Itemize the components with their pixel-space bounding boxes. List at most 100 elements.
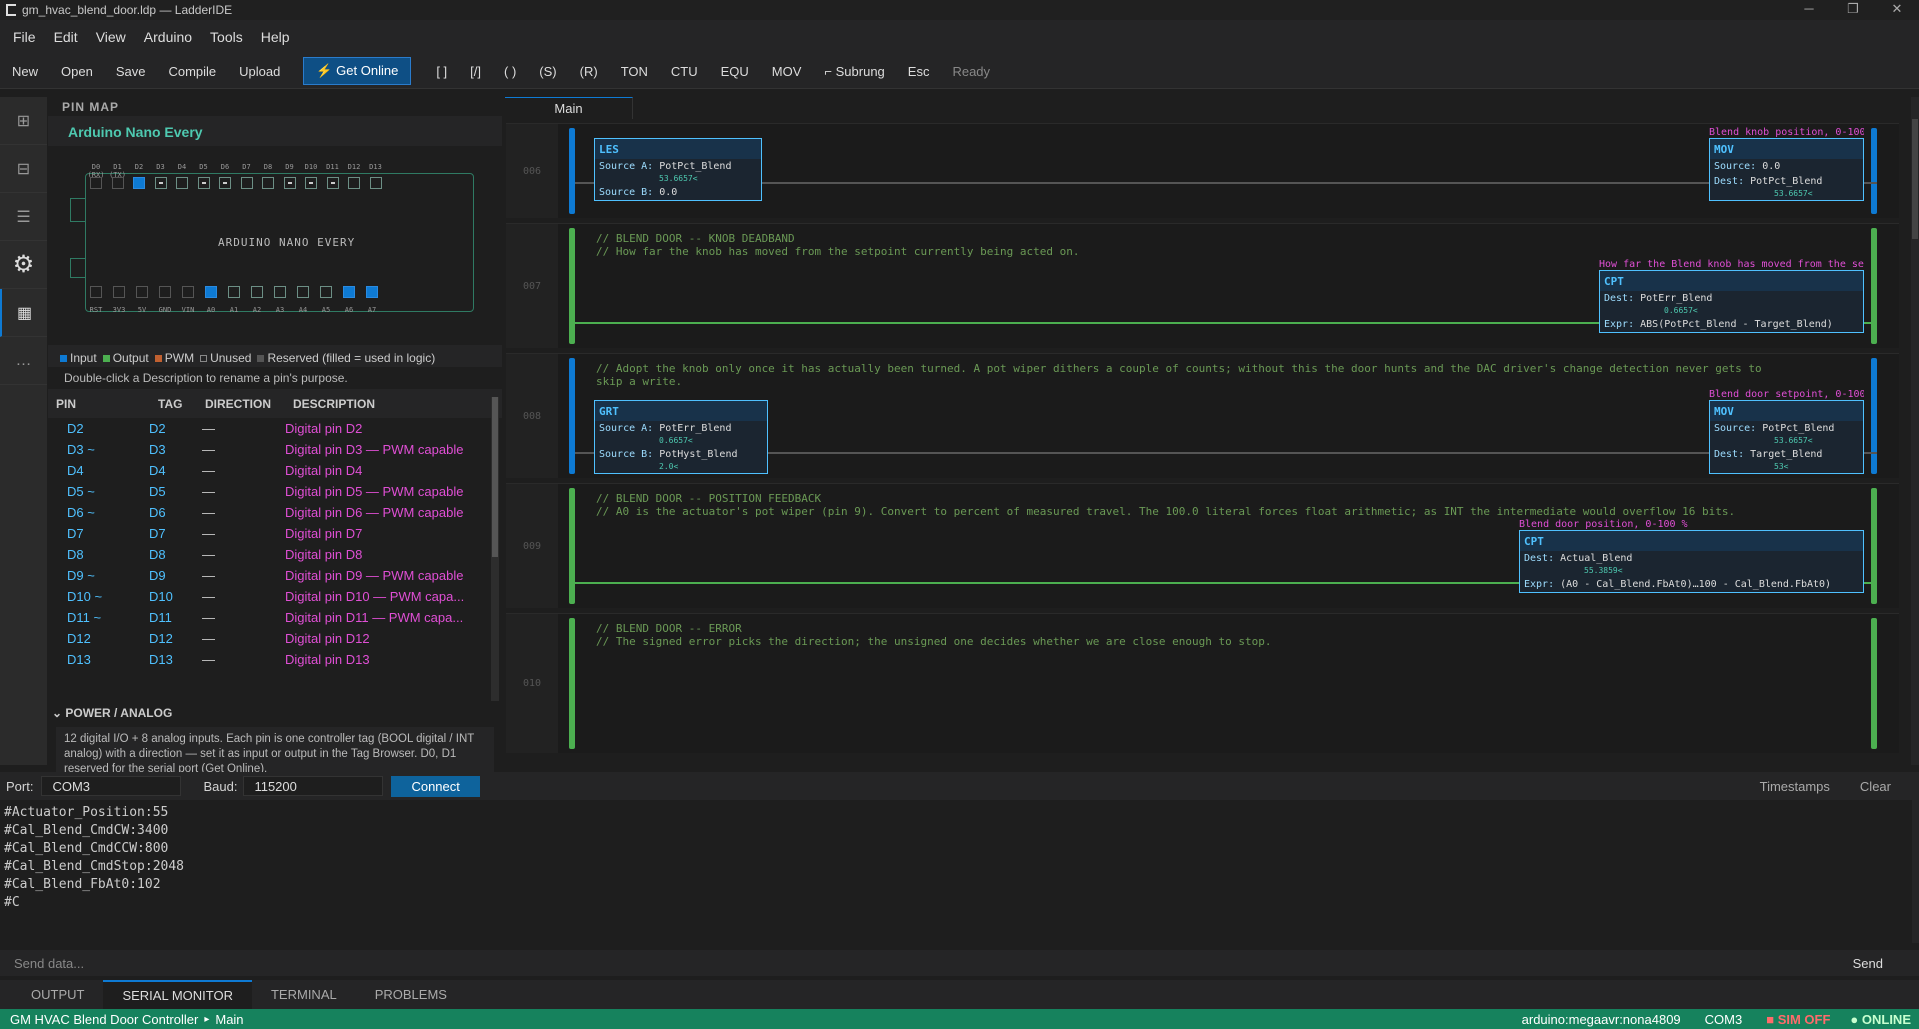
operand-row[interactable]: Source: PotPct_Blend [1710, 421, 1863, 436]
board-pin[interactable] [274, 286, 286, 298]
pin-description[interactable]: Digital pin D9 — PWM capable [285, 568, 502, 583]
board-icon[interactable]: ⊞ [0, 97, 47, 145]
board-pin[interactable] [305, 177, 317, 189]
ladder-rung[interactable]: 007 // BLEND DOOR -- KNOB DEADBAND // How… [506, 223, 1899, 348]
pin-table-scrollbar[interactable] [491, 397, 499, 701]
board-pin[interactable] [251, 286, 263, 298]
port-input[interactable]: COM3 [41, 776, 182, 796]
rung-comment[interactable]: // Adopt the knob only once it has actua… [596, 362, 1762, 388]
send-button[interactable]: Send [1817, 956, 1919, 971]
board-pin[interactable] [176, 177, 188, 189]
col-direction[interactable]: DIRECTION [205, 397, 293, 411]
mov-button[interactable]: MOV [772, 64, 802, 79]
new-button[interactable]: New [12, 64, 38, 79]
pin-description[interactable]: Digital pin D7 [285, 526, 502, 541]
board-pin[interactable] [90, 177, 102, 189]
equ-button[interactable]: EQU [721, 64, 749, 79]
menu-help[interactable]: Help [252, 29, 299, 45]
board-pin[interactable] [113, 286, 125, 298]
esc-button[interactable]: Esc [908, 64, 930, 79]
col-pin[interactable]: PIN [48, 397, 158, 411]
coil-button[interactable]: ( ) [504, 64, 516, 79]
board-pin[interactable] [205, 286, 217, 298]
clear-button[interactable]: Clear [1860, 779, 1919, 794]
pin-description[interactable]: Digital pin D10 — PWM capa... [285, 589, 502, 604]
open-button[interactable]: Open [61, 64, 93, 79]
ladder-rung[interactable]: 010 // BLEND DOOR -- ERROR // The signed … [506, 613, 1899, 753]
operand-row[interactable]: Source A: PotPct_Blend [595, 159, 761, 174]
rung-comment[interactable]: // BLEND DOOR -- KNOB DEADBAND // How fa… [596, 232, 1079, 258]
contact-no-button[interactable]: [ ] [436, 64, 447, 79]
operand-row[interactable]: Expr: (A0 - Cal_Blend.FbAt0)…100 - Cal_B… [1520, 577, 1863, 592]
col-description[interactable]: DESCRIPTION [293, 397, 375, 411]
instruction-grt[interactable]: GRT Source A: PotErr_Blend 0.6657< Source B… [594, 400, 768, 474]
pin-row[interactable]: D7 D7 — Digital pin D7 [48, 523, 502, 544]
ladder-rung[interactable]: 006 LES Source A: PotPct_Blend 53.6657< Sour… [506, 123, 1899, 218]
instruction-cpt1[interactable]: CPT Dest: PotErr_Blend 0.6657< Expr: ABS(Po… [1599, 270, 1864, 333]
col-tag[interactable]: TAG [158, 397, 205, 411]
pin-row[interactable]: D11 ~ D11 — Digital pin D11 — PWM capa... [48, 607, 502, 628]
board-pin[interactable] [348, 177, 360, 189]
pin-description[interactable]: Digital pin D3 — PWM capable [285, 442, 502, 457]
power-analog-section[interactable]: ⌄ POWER / ANALOG [48, 706, 502, 724]
layout-icon[interactable]: ⊟ [0, 145, 47, 193]
editor-scrollbar[interactable] [1911, 97, 1919, 765]
pin-row[interactable]: D8 D8 — Digital pin D8 [48, 544, 502, 565]
board-pin[interactable] [182, 286, 194, 298]
ladder-rung[interactable]: 009 // BLEND DOOR -- POSITION FEEDBACK //… [506, 483, 1899, 608]
board-pin[interactable] [369, 177, 382, 189]
contact-nc-button[interactable]: [/] [470, 64, 481, 79]
upload-button[interactable]: Upload [239, 64, 280, 79]
instruction-les[interactable]: LES Source A: PotPct_Blend 53.6657< Source … [594, 138, 762, 201]
tab-serial-monitor[interactable]: SERIAL MONITOR [103, 980, 252, 1009]
pin-row[interactable]: D4 D4 — Digital pin D4 [48, 460, 502, 481]
board-pin[interactable] [159, 286, 171, 298]
board-pin[interactable] [366, 286, 378, 298]
subrung-button[interactable]: ⌐ Subrung [824, 64, 884, 79]
pin-description[interactable]: Digital pin D2 [285, 421, 502, 436]
board-pin[interactable] [136, 286, 148, 298]
board-pin[interactable] [297, 286, 309, 298]
pin-row[interactable]: D10 ~ D10 — Digital pin D10 — PWM capa... [48, 586, 502, 607]
pin-row[interactable]: D12 D12 — Digital pin D12 [48, 628, 502, 649]
board-pin[interactable] [343, 286, 355, 298]
connect-button[interactable]: Connect [391, 775, 480, 797]
more-icon[interactable]: … [0, 337, 47, 385]
board-pin[interactable] [90, 286, 102, 298]
operand-row[interactable]: Dest: PotErr_Blend [1600, 291, 1863, 306]
board-pin[interactable] [219, 177, 231, 189]
gear-icon[interactable]: ⚙ [0, 241, 47, 289]
instruction-mov2[interactable]: MOV Source: PotPct_Blend 53.6657< Dest: Tar… [1709, 400, 1864, 474]
operand-row[interactable]: Dest: Target_Blend [1710, 447, 1863, 462]
pin-row[interactable]: D2 D2 — Digital pin D2 [48, 418, 502, 439]
menu-view[interactable]: View [87, 29, 135, 45]
pin-description[interactable]: Digital pin D5 — PWM capable [285, 484, 502, 499]
tab-problems[interactable]: PROBLEMS [356, 981, 466, 1008]
pinmap-icon[interactable]: ▦ [0, 289, 47, 337]
close-button[interactable]: ✕ [1875, 0, 1919, 20]
pin-row[interactable]: D3 ~ D3 — Digital pin D3 — PWM capable [48, 439, 502, 460]
maximize-button[interactable]: ❐ [1831, 0, 1875, 20]
operand-row[interactable]: Source A: PotErr_Blend [595, 421, 767, 436]
menu-file[interactable]: File [4, 29, 45, 45]
board-pin[interactable] [262, 177, 274, 189]
list-icon[interactable]: ☰ [0, 193, 47, 241]
board-pin[interactable] [326, 177, 339, 189]
operand-row[interactable]: Source: 0.0 [1710, 159, 1863, 174]
board-pin[interactable] [133, 177, 145, 189]
pin-row[interactable]: D6 ~ D6 — Digital pin D6 — PWM capable [48, 502, 502, 523]
project-name[interactable]: GM HVAC Blend Door Controller [10, 1012, 198, 1027]
minimize-button[interactable]: ─ [1787, 0, 1831, 20]
operand-row[interactable]: Source B: PotHyst_Blend [595, 447, 767, 462]
tab-output[interactable]: OUTPUT [12, 981, 103, 1008]
menu-tools[interactable]: Tools [201, 29, 252, 45]
get-online-button[interactable]: ⚡ Get Online [303, 57, 412, 85]
serial-scrollbar[interactable] [1912, 800, 1919, 943]
pin-description[interactable]: Digital pin D6 — PWM capable [285, 505, 502, 520]
instruction-mov1[interactable]: MOV Source: 0.0 Dest: PotPct_Blend 53.6657< [1709, 138, 1864, 201]
ton-button[interactable]: TON [621, 64, 648, 79]
ladder-rung[interactable]: 008 // Adopt the knob only once it has ac… [506, 353, 1899, 478]
rung-comment[interactable]: // BLEND DOOR -- POSITION FEEDBACK // A0… [596, 492, 1735, 518]
board-pin[interactable] [228, 286, 240, 298]
pin-description[interactable]: Digital pin D13 [285, 652, 502, 667]
